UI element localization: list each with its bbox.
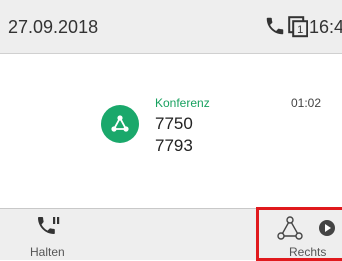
line-number: 1: [297, 24, 303, 36]
participant-number: 7793: [155, 136, 193, 155]
play-icon: [319, 220, 335, 236]
conference-outline-icon: [277, 216, 303, 240]
hold-softkey-label: Halten: [30, 245, 65, 259]
active-call-panel[interactable]: Konferenz 01:02 7750 7793: [0, 54, 342, 208]
participant-number: 7750: [155, 114, 193, 133]
clock-time: 16:43: [309, 17, 342, 37]
handset-icon: [266, 17, 284, 35]
call-duration: 01:02: [291, 96, 322, 110]
softkey-bar: Halten Rechts: [0, 207, 342, 261]
line-key-icon: 1: [288, 16, 308, 38]
right-softkey-label: Rechts: [289, 245, 327, 259]
conference-icon: [111, 115, 129, 132]
hold-softkey[interactable]: Halten: [0, 209, 90, 261]
hold-call-icon: [38, 217, 60, 234]
conference-label: Konferenz: [155, 96, 210, 110]
right-softkey[interactable]: Rechts: [256, 207, 342, 261]
status-bar: 27.09.2018 1 16:43: [0, 0, 342, 54]
date: 27.09.2018: [8, 17, 99, 37]
conference-avatar: [101, 105, 139, 143]
